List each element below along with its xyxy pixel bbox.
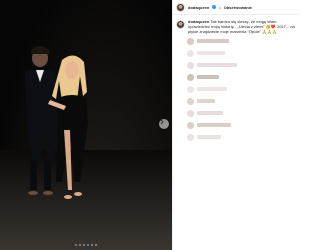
comment-avatar[interactable] bbox=[187, 98, 194, 105]
comment-avatar[interactable] bbox=[187, 110, 194, 117]
comment-avatar[interactable] bbox=[187, 38, 194, 45]
post-photo[interactable] bbox=[0, 0, 172, 250]
comment-row bbox=[187, 38, 297, 45]
carousel-dot[interactable] bbox=[95, 244, 97, 246]
instagram-post: dodaqueen • Obserwowanie dodaqueen Tak b… bbox=[0, 0, 300, 250]
separator: • bbox=[219, 4, 221, 10]
comment-text-blurred bbox=[197, 87, 227, 91]
carousel-dots bbox=[0, 244, 172, 246]
comment-text-blurred bbox=[197, 63, 237, 67]
comment-text-blurred bbox=[197, 51, 225, 55]
comment-avatar[interactable] bbox=[187, 74, 194, 81]
username-link[interactable]: dodaqueen bbox=[188, 5, 209, 10]
post-header: dodaqueen • Obserwowanie bbox=[173, 0, 300, 15]
avatar[interactable] bbox=[176, 2, 185, 12]
comment-row bbox=[187, 86, 297, 93]
couple-figure bbox=[25, 46, 88, 199]
comment-row bbox=[187, 110, 297, 117]
carousel-dot[interactable] bbox=[75, 244, 77, 246]
caption-text: dodaqueen Tak bardzo się cieszę, że mogę… bbox=[188, 19, 297, 34]
comment-row bbox=[187, 122, 297, 129]
comment-text-blurred bbox=[197, 135, 221, 139]
verified-badge-icon bbox=[212, 5, 217, 9]
following-button[interactable]: Obserwowanie bbox=[224, 5, 252, 10]
comment-avatar[interactable] bbox=[187, 86, 194, 93]
comment-avatar[interactable] bbox=[187, 62, 194, 69]
comment-text-blurred bbox=[197, 39, 229, 43]
carousel-dot[interactable] bbox=[91, 244, 93, 246]
comment-row bbox=[187, 50, 297, 57]
comment-avatar[interactable] bbox=[187, 122, 194, 129]
comment-avatar[interactable] bbox=[187, 134, 194, 141]
comment-avatar[interactable] bbox=[187, 50, 194, 57]
comment-row bbox=[187, 62, 297, 69]
comment-row bbox=[187, 74, 297, 81]
comment-row bbox=[187, 134, 297, 141]
chevron-right-icon bbox=[160, 119, 164, 125]
comment-text-blurred bbox=[197, 75, 219, 79]
comments-list bbox=[173, 36, 300, 141]
comment-text-blurred bbox=[197, 99, 215, 103]
caption: dodaqueen Tak bardzo się cieszę, że mogę… bbox=[173, 15, 300, 36]
next-slide-button[interactable] bbox=[159, 119, 169, 129]
carousel-dot[interactable] bbox=[87, 244, 89, 246]
post-sidebar: dodaqueen • Obserwowanie dodaqueen Tak b… bbox=[172, 0, 300, 250]
comment-text-blurred bbox=[197, 123, 231, 127]
carousel-dot[interactable] bbox=[79, 244, 81, 246]
comment-text-blurred bbox=[197, 111, 223, 115]
carousel-dot[interactable] bbox=[83, 244, 85, 246]
caption-avatar[interactable] bbox=[176, 20, 185, 29]
comment-row bbox=[187, 98, 297, 105]
